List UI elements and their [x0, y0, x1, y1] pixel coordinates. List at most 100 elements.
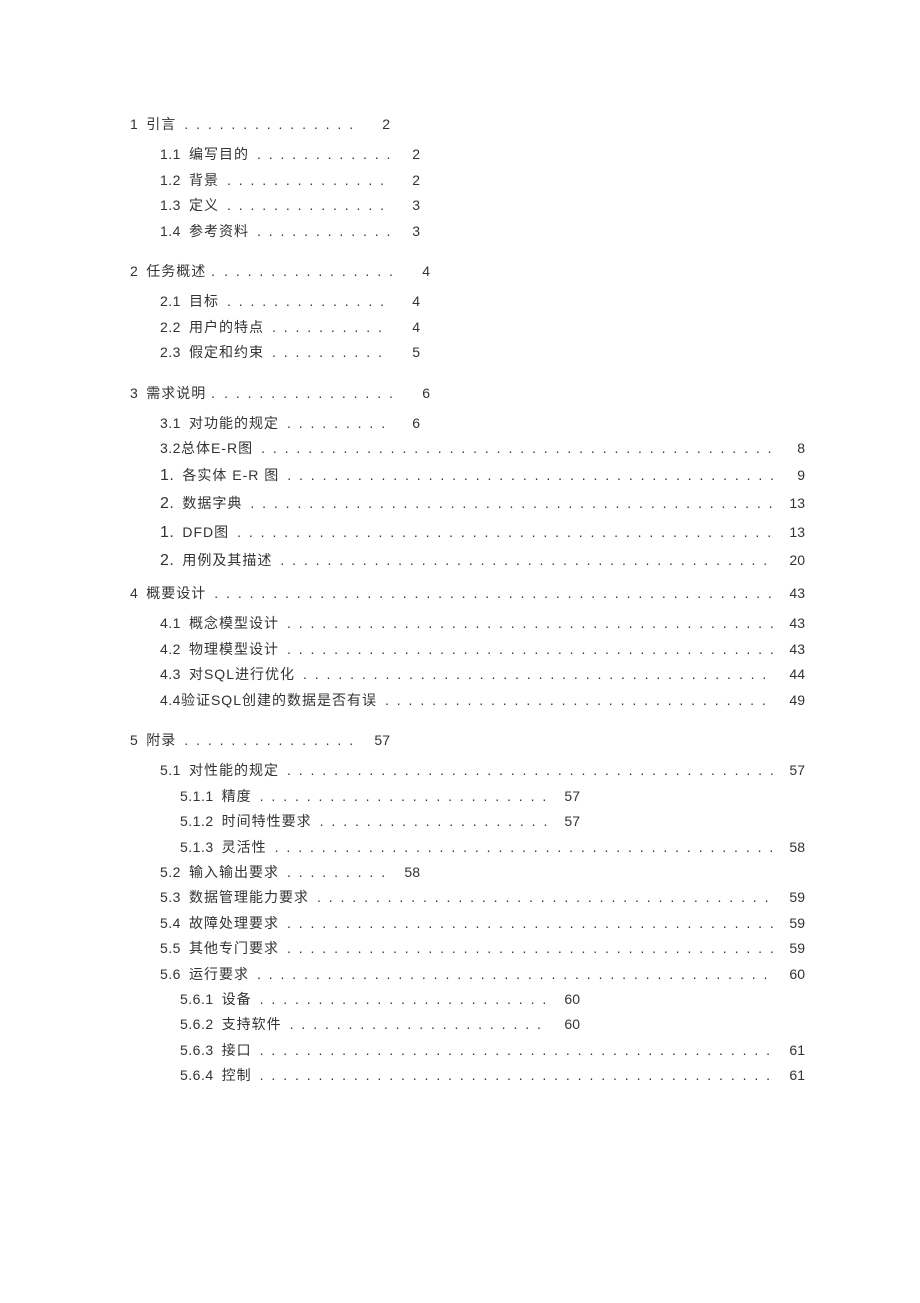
toc-row[interactable]: 2任务概述 .4 — [130, 260, 430, 282]
toc-row[interactable]: 1.各实体 E-R 图9 — [160, 463, 805, 489]
toc-entry-title: 对性能的规定 — [189, 759, 279, 781]
toc-row[interactable]: 1.DFD图13 — [160, 520, 805, 546]
toc-entry-number: 5.1.2 — [180, 810, 214, 832]
toc-row[interactable]: 5.3数据管理能力要求59 — [160, 886, 805, 908]
toc-leader-dots — [317, 886, 775, 908]
toc-entry-page: 49 — [783, 689, 805, 711]
toc-entry-title: 参考资料 — [189, 220, 249, 242]
toc-row[interactable]: 2.2用户的特点4 — [160, 316, 420, 338]
toc-entry-page: 61 — [783, 1064, 805, 1086]
toc-row[interactable]: 3.1对功能的规定6 — [160, 412, 420, 434]
toc-row[interactable]: 5.1.1精度57 — [180, 785, 580, 807]
toc-leader-dots — [287, 464, 775, 486]
toc-row[interactable]: 5.1.3灵活性58 — [180, 836, 805, 858]
toc-entry-number: 3 — [130, 382, 138, 404]
toc-entry-page: 8 — [783, 437, 805, 459]
toc-row[interactable]: 5附录57 — [130, 729, 390, 751]
toc-entry-page: 2 — [368, 113, 390, 135]
toc-row[interactable]: 4概要设计43 — [130, 582, 805, 604]
toc-row[interactable]: 5.1.2时间特性要求57 — [180, 810, 580, 832]
toc-leader-dots — [214, 582, 775, 604]
toc-entry-number: 2.2 — [160, 316, 181, 338]
toc-entry-number: 4.1 — [160, 612, 181, 634]
toc-row[interactable]: 4.3对SQL进行优化44 — [160, 663, 805, 685]
toc-entry-title: 物理模型设计 — [189, 638, 279, 660]
toc-entry-title: 总体E-R图 — [181, 437, 253, 459]
toc-entry: 4.3对SQL进行优化44 — [130, 663, 805, 685]
toc-entry-number: 5.6.3 — [180, 1039, 214, 1061]
toc-row[interactable]: 3需求说明 .6 — [130, 382, 430, 404]
toc-entry: 5附录57 — [130, 729, 805, 751]
toc-leader-dots — [224, 260, 400, 282]
toc-entry-title: 控制 — [222, 1064, 252, 1086]
toc-row[interactable]: 2.数据字典13 — [160, 491, 805, 517]
toc-entry: 5.2输入输出要求58 — [130, 861, 805, 883]
toc-entry-title: 验证SQL创建的数据是否有误 — [181, 689, 377, 711]
toc-row[interactable]: 1.1编写目的2 — [160, 143, 420, 165]
toc-entry-page: 6 — [398, 412, 420, 434]
toc-row[interactable]: 5.4故障处理要求59 — [160, 912, 805, 934]
toc-row[interactable]: 4.4验证SQL创建的数据是否有误 49 — [160, 689, 805, 711]
toc-entry: 1.DFD图13 — [130, 520, 805, 546]
toc-entry-page: 3 — [398, 194, 420, 216]
toc-row[interactable]: 4.1 概念模型设计 43 — [160, 612, 805, 634]
toc-entry-page: 59 — [783, 886, 805, 908]
toc-row[interactable]: 2.用例及其描述20 — [160, 548, 805, 574]
toc-entry: 4概要设计43 — [130, 582, 805, 604]
toc-entry-page: 5 — [398, 341, 420, 363]
toc-entry: 1引言2 — [130, 113, 805, 135]
toc-entry-number: 5.3 — [160, 886, 181, 908]
toc-row[interactable]: 5.5其他专门要求59 — [160, 937, 805, 959]
toc-row[interactable]: 1.4参考资料3 — [160, 220, 420, 242]
toc-entry-number: 5.2 — [160, 861, 181, 883]
toc-entry-page: 20 — [783, 549, 805, 571]
toc-entry-page: 60 — [558, 1013, 580, 1035]
toc-entry-title: 接口 — [222, 1039, 252, 1061]
toc-row[interactable]: 5.6.2支持软件60 — [180, 1013, 580, 1035]
toc-row[interactable]: 1引言2 — [130, 113, 390, 135]
toc-row[interactable]: 5.6.3接口61 — [180, 1039, 805, 1061]
toc-entry-title: 目标 — [189, 290, 219, 312]
toc-entry: 5.6.1设备60 — [130, 988, 805, 1010]
toc-entry-title: 数据字典 — [182, 492, 242, 514]
toc-row[interactable]: 5.6运行要求60 — [160, 963, 805, 985]
toc-row[interactable]: 2.1目标4 — [160, 290, 420, 312]
toc-row[interactable]: 3.2总体E-R图8 — [160, 437, 805, 459]
toc-entry-title: 各实体 E-R 图 — [182, 464, 279, 486]
toc-row[interactable]: 2.3假定和约束5 — [160, 341, 420, 363]
toc-row[interactable]: 5.6.4控制61 — [180, 1064, 805, 1086]
toc-leader-dots — [261, 437, 775, 459]
toc-row[interactable]: 4.2物理模型设计43 — [160, 638, 805, 660]
toc-entry-title: 背景 — [189, 169, 219, 191]
toc-entry-number: 1. — [160, 520, 174, 546]
toc-entry-title: 编写目的 — [189, 143, 249, 165]
toc-leader-dots — [184, 113, 360, 135]
toc-entry-number: 5.1.1 — [180, 785, 214, 807]
toc-entry-title: 运行要求 — [189, 963, 249, 985]
toc-entry-title: 支持软件 — [222, 1013, 282, 1035]
toc-row[interactable]: 1.3定义3 — [160, 194, 420, 216]
toc-leader-dots — [227, 169, 390, 191]
toc-entry-number: 4.4 — [160, 689, 181, 711]
toc-leader-dots — [250, 492, 775, 514]
toc-row[interactable]: 5.1对性能的规定57 — [160, 759, 805, 781]
toc-leader-dots — [237, 521, 775, 543]
toc-entry-number: 5.1 — [160, 759, 181, 781]
toc-row[interactable]: 5.2输入输出要求58 — [160, 861, 420, 883]
toc-leader-dots — [287, 759, 775, 781]
toc-entry: 5.6.4控制61 — [130, 1064, 805, 1086]
toc-entry-page: 43 — [783, 612, 805, 634]
toc-entry-title: 概念模型设计 — [189, 612, 279, 634]
toc-entry-page: 58 — [398, 861, 420, 883]
toc-leader-dots — [280, 549, 775, 571]
document-page: 1引言2 1.1编写目的2 1.2背景2 1.3定义3 1.4参考资料3 2任务概述 .4… — [0, 0, 920, 1303]
toc-entry-title: 附录 — [146, 729, 176, 751]
toc-entry: 5.5其他专门要求59 — [130, 937, 805, 959]
toc-row[interactable]: 5.6.1设备60 — [180, 988, 580, 1010]
toc-entry-page: 59 — [783, 937, 805, 959]
toc-leader-dots — [257, 220, 390, 242]
toc-entry-page: 13 — [783, 521, 805, 543]
toc-leader-dots — [287, 937, 775, 959]
toc-row[interactable]: 1.2背景2 — [160, 169, 420, 191]
toc-leader-dots — [275, 836, 775, 858]
